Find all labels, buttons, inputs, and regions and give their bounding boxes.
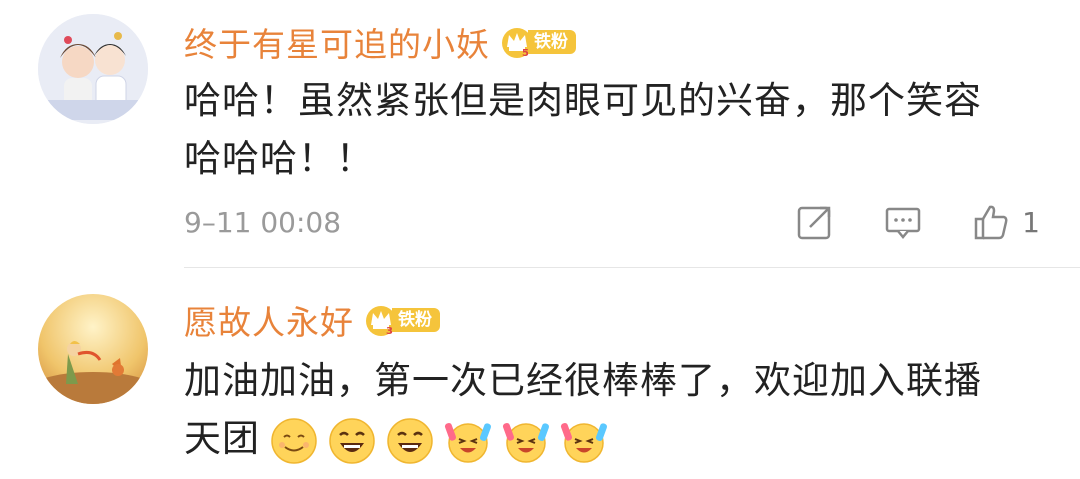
comment-text-line: 天团 (184, 417, 260, 460)
badge-label: 铁粉 (528, 30, 576, 54)
share-icon[interactable] (796, 203, 834, 241)
avatar[interactable] (38, 14, 148, 124)
comment-text-line: 加油加油，第一次已经很棒棒了，欢迎加入联播 (184, 359, 982, 402)
like-count: 1 (1022, 205, 1040, 239)
comment-text: 加油加油，第一次已经很棒棒了，欢迎加入联播 天团 (184, 352, 982, 468)
comment-meta: 9–11 00:08 1 (184, 202, 1040, 242)
username[interactable]: 终于有星可追的小妖 (184, 18, 490, 66)
like-icon[interactable] (972, 203, 1010, 241)
badge-label: 铁粉 (392, 308, 440, 332)
comment-text-line-with-emojis: 天团 (184, 410, 982, 468)
cheer-emoji-icon (444, 422, 491, 463)
comment-item: 愿故人永好 3 铁粉 加油加油，第一次已经很棒棒了，欢迎加入联播 天团 (0, 268, 1080, 479)
avatar[interactable] (38, 294, 148, 404)
laugh-emoji-icon (387, 417, 433, 464)
laugh-emoji-icon (329, 417, 375, 464)
smile-emoji-icon (271, 417, 317, 464)
cheer-emoji-icon (502, 422, 549, 463)
fan-badge[interactable]: 3 铁粉 (364, 303, 440, 337)
emoji-row (260, 417, 608, 465)
username[interactable]: 愿故人永好 (184, 296, 354, 344)
cheer-emoji-icon (560, 422, 607, 463)
comment-text: 哈哈！虽然紧张但是肉眼可见的兴奋，那个笑容 哈哈哈！！ (184, 72, 982, 188)
comment-text-line: 哈哈哈！！ (184, 137, 374, 180)
comment-actions: 1 (746, 202, 1040, 242)
timestamp: 9–11 00:08 (184, 205, 342, 239)
fan-badge[interactable]: 5 铁粉 (500, 25, 576, 59)
comment-icon[interactable] (884, 203, 922, 241)
username-row: 愿故人永好 3 铁粉 (184, 298, 440, 342)
comment-item: 终于有星可追的小妖 5 铁粉 哈哈！虽然紧张但是肉眼可见的兴奋，那个笑容 哈哈哈… (0, 0, 1080, 268)
username-row: 终于有星可追的小妖 5 铁粉 (184, 20, 576, 64)
comment-text-line: 哈哈！虽然紧张但是肉眼可见的兴奋，那个笑容 (184, 79, 982, 122)
